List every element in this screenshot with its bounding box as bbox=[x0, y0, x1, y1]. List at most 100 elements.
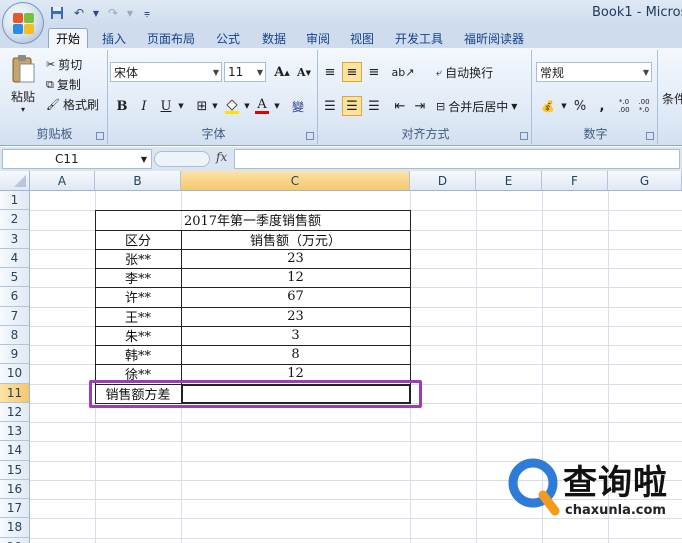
row-header-2[interactable]: 2 bbox=[0, 210, 30, 230]
number-launcher-icon[interactable] bbox=[646, 132, 654, 140]
row-header-9[interactable]: 9 bbox=[0, 345, 30, 365]
phonetic-button[interactable]: 變 bbox=[286, 96, 310, 116]
borders-button[interactable]: ⊞ bbox=[192, 96, 212, 116]
customize-toolbar-icon[interactable]: ⩦ bbox=[138, 5, 156, 21]
formula-bar-handle[interactable] bbox=[154, 151, 210, 167]
column-header-c[interactable]: C bbox=[181, 171, 410, 191]
row-header-7[interactable]: 7 bbox=[0, 306, 30, 326]
table-name-cell[interactable]: 许** bbox=[95, 287, 181, 306]
chevron-down-icon[interactable]: ▼ bbox=[272, 96, 282, 116]
row-header-4[interactable]: 4 bbox=[0, 248, 30, 268]
chevron-down-icon[interactable]: ▼ bbox=[126, 5, 134, 21]
row-header-17[interactable]: 17 bbox=[0, 499, 30, 519]
italic-button[interactable]: I bbox=[134, 96, 154, 116]
format-painter-button[interactable]: 🖌 格式刷 bbox=[46, 96, 99, 113]
table-value-cell[interactable]: 67 bbox=[181, 287, 410, 306]
table-title-cell[interactable]: 2017年第一季度销售额 bbox=[95, 210, 410, 229]
paste-button[interactable]: 粘贴 ▾ bbox=[6, 54, 40, 120]
chevron-down-icon[interactable]: ▼ bbox=[560, 96, 568, 116]
column-header-f[interactable]: F bbox=[542, 171, 608, 191]
column-header-a[interactable]: A bbox=[30, 171, 95, 191]
name-box[interactable]: C11 ▼ bbox=[2, 149, 152, 169]
row-header-14[interactable]: 14 bbox=[0, 441, 30, 461]
wrap-text-button[interactable]: ⤶ 自动换行 bbox=[436, 64, 493, 81]
align-middle-button[interactable]: ≡ bbox=[342, 62, 362, 82]
table-name-cell[interactable]: 王** bbox=[95, 307, 181, 326]
tab-formulas[interactable]: 公式 bbox=[208, 28, 248, 48]
redo-icon[interactable]: ↷ bbox=[104, 5, 122, 21]
tab-foxit-reader[interactable]: 福昕阅读器 bbox=[456, 28, 532, 48]
table-name-cell[interactable]: 张** bbox=[95, 249, 181, 268]
fill-color-button[interactable] bbox=[222, 96, 242, 116]
chevron-down-icon[interactable]: ▼ bbox=[210, 96, 220, 116]
font-color-button[interactable]: A bbox=[252, 96, 272, 116]
table-value-cell[interactable]: 8 bbox=[181, 345, 410, 364]
row-header-18[interactable]: 18 bbox=[0, 518, 30, 538]
table-value-cell[interactable]: 12 bbox=[181, 268, 410, 287]
table-value-cell[interactable]: 23 bbox=[181, 249, 410, 268]
row-header-13[interactable]: 13 bbox=[0, 422, 30, 442]
column-header-b[interactable]: B bbox=[95, 171, 181, 191]
row-header-8[interactable]: 8 bbox=[0, 325, 30, 345]
row-header-5[interactable]: 5 bbox=[0, 268, 30, 288]
increase-decimal-button[interactable]: *.0 .00 bbox=[614, 96, 634, 116]
tab-data[interactable]: 数据 bbox=[254, 28, 294, 48]
chevron-down-icon[interactable]: ▼ bbox=[242, 96, 252, 116]
undo-icon[interactable]: ↶ bbox=[70, 5, 88, 21]
tab-review[interactable]: 审阅 bbox=[298, 28, 338, 48]
bold-button[interactable]: B bbox=[112, 96, 132, 116]
row-header-15[interactable]: 15 bbox=[0, 460, 30, 480]
row-header-12[interactable]: 12 bbox=[0, 402, 30, 422]
align-top-button[interactable]: ≡ bbox=[320, 62, 340, 82]
conditional-format-button[interactable]: 条件 bbox=[662, 90, 682, 107]
align-bottom-button[interactable]: ≡ bbox=[364, 62, 384, 82]
table-header-cell[interactable]: 区分 bbox=[95, 230, 181, 249]
comma-button[interactable]: , bbox=[592, 96, 612, 116]
tab-page-layout[interactable]: 页面布局 bbox=[140, 28, 202, 48]
align-center-button[interactable]: ☰ bbox=[342, 96, 362, 116]
row-header-1[interactable]: 1 bbox=[0, 191, 30, 211]
chevron-down-icon[interactable]: ▼ bbox=[92, 5, 100, 21]
column-header-d[interactable]: D bbox=[410, 171, 476, 191]
tab-view[interactable]: 视图 bbox=[342, 28, 382, 48]
shrink-font-button[interactable]: A ▼ bbox=[294, 62, 314, 82]
formula-input[interactable] bbox=[234, 149, 680, 169]
cut-button[interactable]: ✂ 剪切 bbox=[46, 56, 82, 73]
row-header-6[interactable]: 6 bbox=[0, 287, 30, 307]
table-value-cell[interactable]: 23 bbox=[181, 307, 410, 326]
row-header-11[interactable]: 11 bbox=[0, 383, 30, 403]
column-header-e[interactable]: E bbox=[476, 171, 542, 191]
increase-indent-button[interactable]: ⇥ bbox=[410, 96, 430, 116]
row-header-19[interactable]: 19 bbox=[0, 537, 30, 543]
insert-function-icon[interactable]: fx bbox=[216, 150, 227, 164]
table-name-cell[interactable]: 韩** bbox=[95, 345, 181, 364]
table-name-cell[interactable]: 朱** bbox=[95, 326, 181, 345]
grow-font-button[interactable]: A ▲ bbox=[272, 62, 292, 82]
tab-developer[interactable]: 开发工具 bbox=[388, 28, 450, 48]
number-format-select[interactable]: 常规 ▼ bbox=[536, 62, 652, 82]
font-launcher-icon[interactable] bbox=[306, 132, 314, 140]
align-left-button[interactable]: ☰ bbox=[320, 96, 340, 116]
copy-button[interactable]: ⧉ 复制 bbox=[46, 76, 81, 93]
office-button[interactable] bbox=[2, 2, 44, 44]
tab-home[interactable]: 开始 bbox=[48, 28, 88, 48]
column-header-g[interactable]: G bbox=[608, 171, 682, 191]
align-right-button[interactable]: ☰ bbox=[364, 96, 384, 116]
save-icon[interactable] bbox=[48, 5, 66, 21]
percent-button[interactable]: % bbox=[570, 96, 590, 116]
decrease-indent-button[interactable]: ⇤ bbox=[390, 96, 410, 116]
tab-insert[interactable]: 插入 bbox=[94, 28, 134, 48]
chevron-down-icon[interactable]: ▼ bbox=[176, 96, 186, 116]
font-size-select[interactable]: 11 ▼ bbox=[224, 62, 266, 82]
orientation-button[interactable]: ab↗ bbox=[390, 62, 416, 82]
alignment-launcher-icon[interactable] bbox=[520, 132, 528, 140]
table-name-cell[interactable]: 李** bbox=[95, 268, 181, 287]
merge-center-button[interactable]: ⊟ 合并后居中 ▼ bbox=[436, 98, 517, 115]
row-header-10[interactable]: 10 bbox=[0, 364, 30, 384]
underline-button[interactable]: U bbox=[156, 96, 176, 116]
table-value-cell[interactable]: 3 bbox=[181, 326, 410, 345]
font-name-select[interactable]: 宋体 ▼ bbox=[110, 62, 222, 82]
table-header-cell[interactable]: 销售额（万元） bbox=[181, 230, 410, 249]
row-header-3[interactable]: 3 bbox=[0, 229, 30, 249]
row-header-16[interactable]: 16 bbox=[0, 479, 30, 499]
